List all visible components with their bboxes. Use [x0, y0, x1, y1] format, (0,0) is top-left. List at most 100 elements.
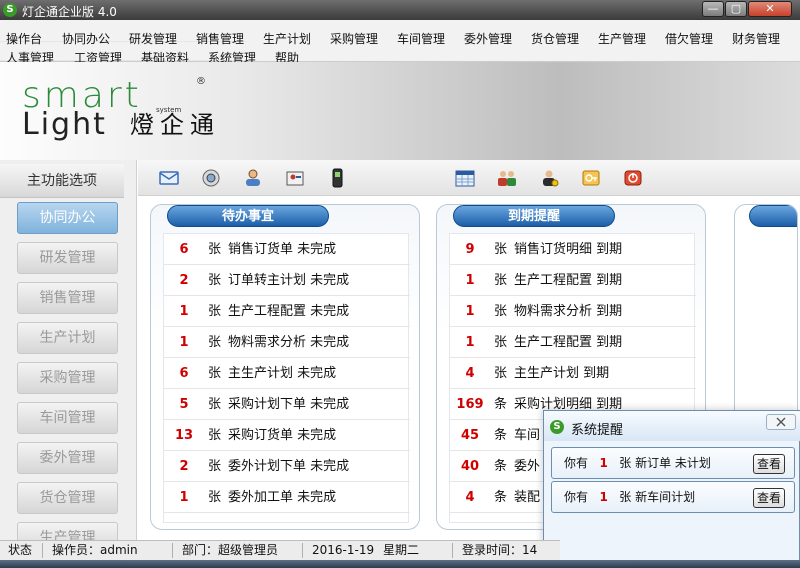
- window-title: 灯企通企业版 4.0: [22, 5, 117, 19]
- users-icon[interactable]: [496, 168, 518, 188]
- row-count: 1: [179, 490, 189, 505]
- notice-text: 你有 1 张 新车间计划: [564, 482, 695, 512]
- row-count: 45: [460, 428, 480, 443]
- row-unit: 条: [494, 428, 508, 443]
- sidebar-item-purchasing[interactable]: 采购管理: [17, 362, 118, 394]
- row-count: 5: [179, 397, 189, 412]
- key-icon[interactable]: [580, 168, 602, 188]
- row-count: 1: [465, 304, 475, 319]
- sidebar-item-collaboration[interactable]: 协同办公: [17, 202, 118, 234]
- status-label: 状态: [8, 543, 33, 557]
- sidebar-item-production-plan[interactable]: 生产计划: [17, 322, 118, 354]
- row-unit: 张: [208, 366, 222, 381]
- notice-new-order: 你有 1 张 新订单 未计划 查看: [551, 447, 795, 479]
- sidebar-item-outsourcing[interactable]: 委外管理: [17, 442, 118, 474]
- row-count: 6: [179, 366, 189, 381]
- menu-item[interactable]: 生产管理: [598, 24, 646, 55]
- id-card-icon[interactable]: [284, 168, 306, 188]
- row-count: 1: [465, 273, 475, 288]
- todo-row[interactable]: 1 张 生产工程配置 未完成: [164, 296, 410, 327]
- todo-row[interactable]: 6 张 主生产计划 未完成: [164, 358, 410, 389]
- menu-item[interactable]: 委外管理: [464, 24, 512, 55]
- status-department: 部门：超级管理员: [182, 543, 279, 557]
- popup-close-button[interactable]: [766, 414, 796, 430]
- row-count: 9: [465, 242, 475, 257]
- row-unit: 张: [208, 397, 222, 412]
- row-unit: 张: [208, 242, 222, 257]
- popup-title: 系统提醒: [571, 423, 624, 438]
- row-unit: 张: [494, 242, 508, 257]
- contacts-icon[interactable]: [242, 168, 264, 188]
- menu-item[interactable]: 车间管理: [397, 24, 445, 55]
- notice-message: 张 新车间计划: [619, 490, 696, 504]
- logo-chinese-name: 燈企通: [130, 111, 220, 139]
- sidebar-item-sales[interactable]: 销售管理: [17, 282, 118, 314]
- status-divider: [42, 543, 43, 558]
- todo-row[interactable]: 2 张 订单转主计划 未完成: [164, 265, 410, 296]
- row-count: 40: [460, 459, 480, 474]
- calendar-icon[interactable]: [454, 168, 476, 188]
- menu-row-2: 人事管理 工资管理 基础资料 系统管理 帮助: [0, 41, 299, 65]
- sidebar-item-production[interactable]: 生产管理: [17, 522, 118, 540]
- row-unit: 张: [494, 273, 508, 288]
- row-unit: 张: [208, 273, 222, 288]
- due-row[interactable]: 9 张 销售订货明细 到期: [450, 234, 696, 265]
- mail-icon[interactable]: [158, 168, 180, 188]
- row-unit: 条: [494, 397, 508, 412]
- maximize-button[interactable]: ▢: [725, 1, 747, 17]
- due-row[interactable]: 1 张 物料需求分析 到期: [450, 296, 696, 327]
- row-desc: 委外计划下单 未完成: [228, 459, 350, 474]
- row-count: 2: [179, 273, 189, 288]
- todo-row[interactable]: 13 张 采购订货单 未完成: [164, 420, 410, 451]
- due-row[interactable]: 1 张 生产工程配置 到期: [450, 265, 696, 296]
- notice-prefix: 你有: [564, 456, 589, 470]
- todo-row[interactable]: 5 张 采购计划下单 未完成: [164, 389, 410, 420]
- row-unit: 张: [208, 459, 222, 474]
- notice-count: 1: [599, 456, 608, 470]
- due-row[interactable]: 1 张 生产工程配置 到期: [450, 327, 696, 358]
- menu-item[interactable]: 货仓管理: [531, 24, 579, 55]
- row-unit: 张: [494, 335, 508, 350]
- user-settings-icon[interactable]: [538, 168, 560, 188]
- row-count: 4: [465, 490, 475, 505]
- notice-text: 你有 1 张 新订单 未计划: [564, 448, 711, 478]
- view-button[interactable]: 查看: [753, 454, 785, 474]
- todo-row[interactable]: 1 张 委外加工单 未完成: [164, 482, 410, 513]
- row-count: 169: [456, 397, 484, 412]
- sidebar-item-workshop[interactable]: 车间管理: [17, 402, 118, 434]
- menu-row-1: 操作台 协同办公 研发管理 销售管理 生产计划 采购管理 车间管理 委外管理 货…: [0, 22, 780, 46]
- view-button[interactable]: 查看: [753, 488, 785, 508]
- speaker-icon[interactable]: [200, 168, 222, 188]
- os-taskbar: [0, 560, 800, 568]
- menu-item[interactable]: 采购管理: [330, 24, 378, 55]
- close-button[interactable]: ✕: [748, 1, 792, 17]
- notice-message: 张 新订单 未计划: [619, 456, 711, 470]
- row-unit: 张: [208, 490, 222, 505]
- todo-row[interactable]: 1 张 物料需求分析 未完成: [164, 327, 410, 358]
- row-unit: 条: [494, 459, 508, 474]
- todo-row[interactable]: 2 张 委外计划下单 未完成: [164, 451, 410, 482]
- power-icon[interactable]: [622, 168, 644, 188]
- status-login-time: 登录时间：14: [462, 543, 538, 557]
- sidebar-item-rnd[interactable]: 研发管理: [17, 242, 118, 274]
- title-bar: S 灯企通企业版 4.0 — ▢ ✕: [0, 0, 800, 20]
- menu-item[interactable]: 借欠管理: [665, 24, 713, 55]
- menu-item[interactable]: 财务管理: [732, 24, 780, 55]
- todo-row[interactable]: 6 张 销售订货单 未完成: [164, 234, 410, 265]
- row-count: 2: [179, 459, 189, 474]
- due-row[interactable]: 4 张 主生产计划 到期: [450, 358, 696, 389]
- phone-icon[interactable]: [326, 168, 348, 188]
- status-date: 2016-1-19: [312, 543, 375, 557]
- close-icon: [776, 417, 786, 427]
- row-desc: 委外加工单 未完成: [228, 490, 337, 505]
- notice-new-workshop-plan: 你有 1 张 新车间计划 查看: [551, 481, 795, 513]
- minimize-button[interactable]: —: [702, 1, 724, 17]
- third-panel-title: [749, 205, 797, 227]
- row-unit: 张: [208, 304, 222, 319]
- row-desc: 物料需求分析 未完成: [228, 335, 350, 350]
- row-unit: 张: [494, 366, 508, 381]
- sidebar-item-warehouse[interactable]: 货仓管理: [17, 482, 118, 514]
- row-unit: 张: [208, 428, 222, 443]
- header-banner: smart ® system Light 燈企通: [0, 62, 800, 160]
- row-desc: 生产工程配置 未完成: [228, 304, 350, 319]
